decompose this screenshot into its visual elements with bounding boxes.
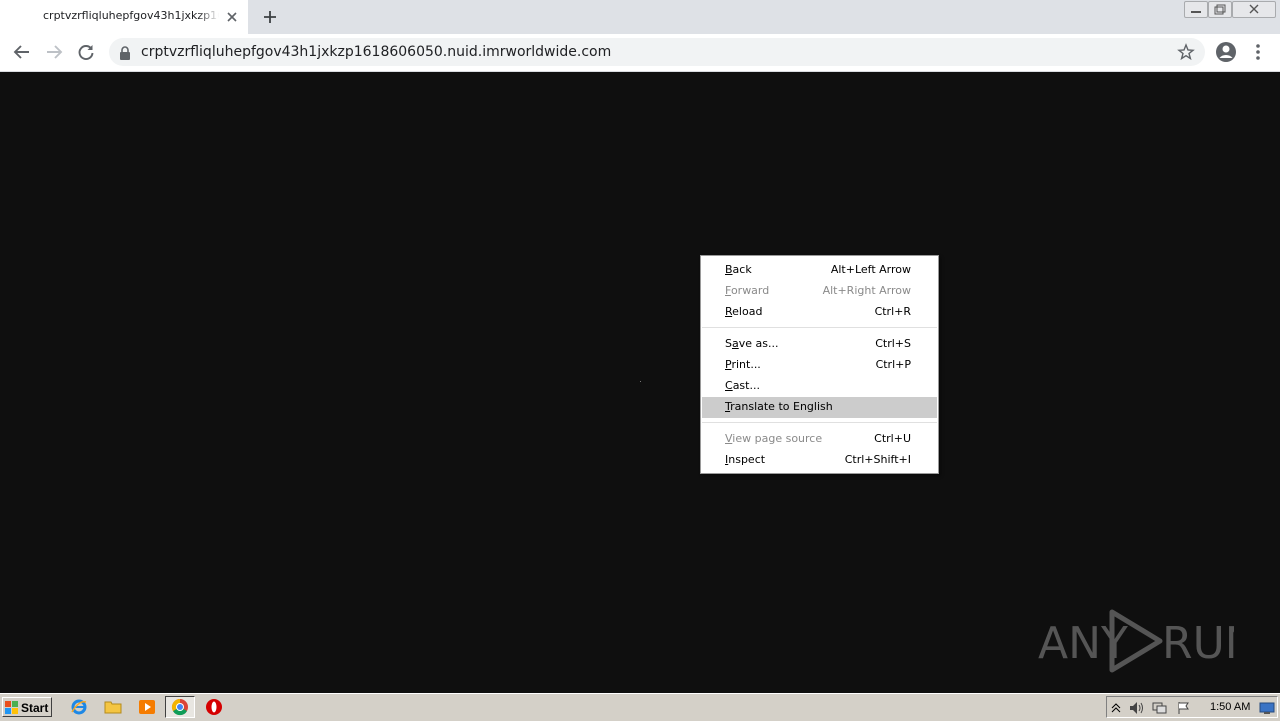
start-label: Start [21,701,49,715]
menu-item-label: View page source [725,432,823,445]
close-window-button[interactable] [1232,1,1276,18]
system-tray [1106,696,1278,718]
menu-item-label: Translate to English [725,400,833,413]
menu-item-shortcut: Ctrl+P [875,358,911,371]
menu-item-translate[interactable]: Translate to English [702,397,937,418]
menu-item-label: Save as... [725,337,779,350]
tab-strip: crptvzrfliqluhepfgov43h1jxkzp1618606050.… [0,0,1280,34]
watermark-text-left: ANY [1038,618,1128,669]
clock: 1:50 AM [1210,701,1251,713]
menu-item-inspect[interactable]: Inspect Ctrl+Shift+I [702,450,937,471]
menu-item-forward[interactable]: Forward Alt+Right Arrow [702,281,937,302]
anyrun-watermark: ANY RUN [1038,608,1258,678]
volume-icon[interactable] [1129,700,1145,719]
menu-item-label: Reload [725,305,763,318]
menu-item-cast[interactable]: Cast... [702,376,937,397]
minimize-button[interactable] [1184,1,1208,18]
bookmark-star-icon[interactable] [1177,43,1195,65]
url-text: crptvzrfliqluhepfgov43h1jxkzp1618606050.… [141,44,612,60]
forward-arrow-icon[interactable] [43,41,65,63]
show-hidden-icons-icon[interactable] [1111,700,1121,719]
taskbar-chrome-button[interactable] [165,696,195,718]
menu-item-label: Inspect [725,453,766,466]
menu-separator [702,327,937,328]
menu-item-shortcut: Ctrl+U [874,432,911,445]
browser-toolbar: crptvzrfliqluhepfgov43h1jxkzp1618606050.… [0,34,1280,72]
windows-logo-icon [5,700,19,719]
tab-title: crptvzrfliqluhepfgov43h1jxkzp1618606050.… [43,9,219,22]
menu-item-shortcut: Alt+Right Arrow [822,284,911,297]
menu-item-reload[interactable]: Reload Ctrl+R [702,302,937,323]
tab-close-icon[interactable] [224,9,240,25]
menu-item-save-as[interactable]: Save as... Ctrl+S [702,334,937,355]
action-center-flag-icon[interactable] [1177,700,1191,719]
menu-item-label: Back [725,263,752,276]
restore-button[interactable] [1208,1,1232,18]
menu-separator [702,422,937,423]
network-icon[interactable] [1152,700,1168,719]
explorer-folder-icon[interactable] [104,698,122,716]
more-menu-icon[interactable] [1250,41,1266,67]
chrome-icon [171,698,189,720]
page-pixel [640,381,641,382]
account-avatar-icon[interactable] [1215,41,1237,67]
menu-item-view-source[interactable]: View page source Ctrl+U [702,429,937,450]
tab-active[interactable]: crptvzrfliqluhepfgov43h1jxkzp1618606050.… [0,0,248,34]
menu-item-shortcut: Ctrl+S [875,337,911,350]
address-bar[interactable]: crptvzrfliqluhepfgov43h1jxkzp1618606050.… [109,38,1205,66]
back-arrow-icon[interactable] [11,41,33,63]
menu-item-shortcut: Ctrl+Shift+I [844,453,911,466]
reload-icon[interactable] [75,41,97,63]
show-desktop-icon[interactable] [1259,700,1275,719]
menu-item-label: Forward [725,284,770,297]
start-button[interactable]: Start [2,697,52,717]
menu-item-print[interactable]: Print... Ctrl+P [702,355,937,376]
new-tab-icon[interactable] [260,7,280,27]
lock-icon[interactable] [119,45,131,64]
menu-item-label: Print... [725,358,761,371]
watermark-text-right: RUN [1162,618,1234,669]
menu-item-back[interactable]: Back Alt+Left Arrow [702,260,937,281]
internet-explorer-icon[interactable] [70,698,88,716]
opera-icon[interactable] [205,698,223,716]
menu-item-label: Cast... [725,379,760,392]
menu-item-shortcut: Alt+Left Arrow [830,263,911,276]
taskbar: Start 1:50 AM [0,693,1280,721]
menu-item-shortcut: Ctrl+R [874,305,911,318]
media-player-icon[interactable] [138,698,156,716]
context-menu: Back Alt+Left Arrow Forward Alt+Right Ar… [700,255,939,474]
